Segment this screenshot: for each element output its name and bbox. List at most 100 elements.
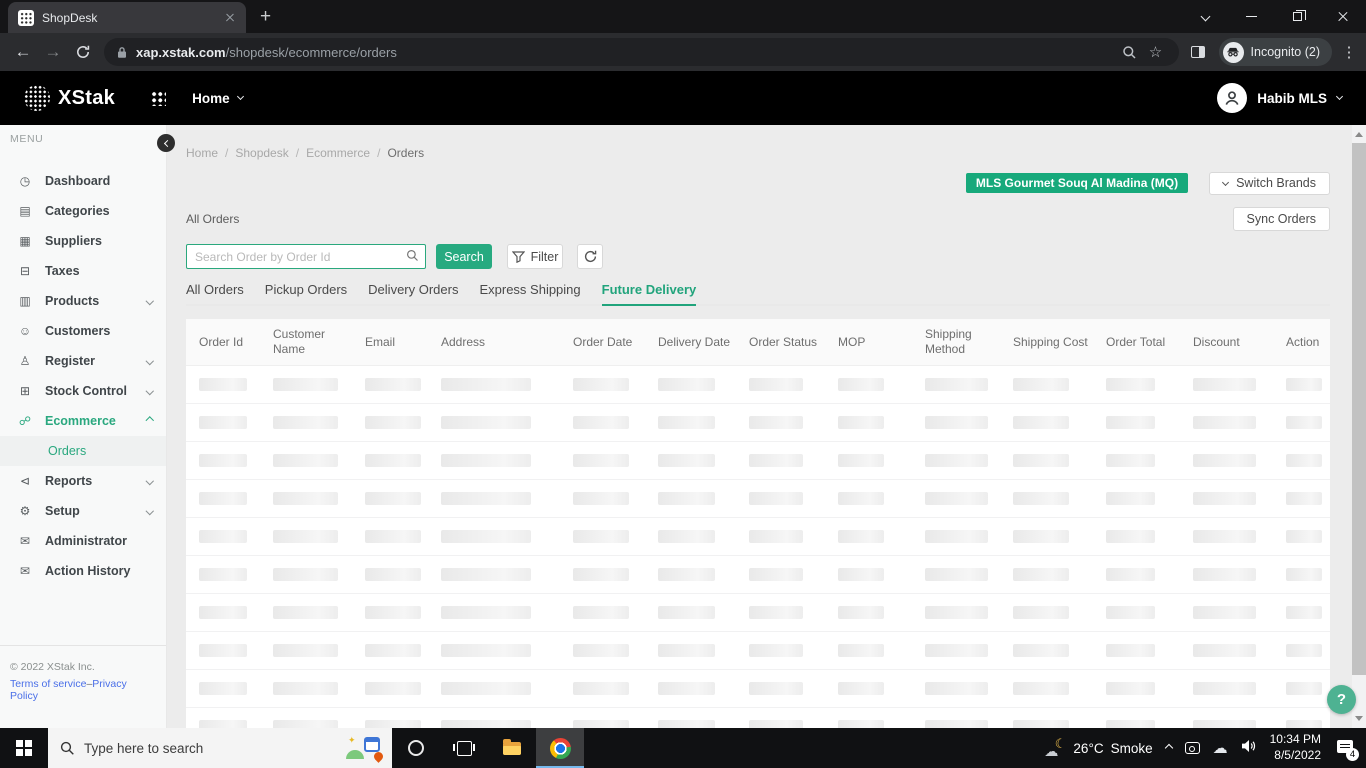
skeleton-cell	[912, 556, 1000, 593]
xstak-logo-text[interactable]: XStak	[58, 87, 115, 110]
sidebar-collapse-button[interactable]	[157, 134, 175, 152]
action-center-button[interactable]: 4	[1334, 738, 1359, 761]
browser-tab[interactable]: ShopDesk	[8, 2, 246, 33]
restore-button[interactable]	[1274, 0, 1320, 33]
incognito-badge[interactable]: Incognito (2)	[1218, 38, 1332, 66]
sidebar-item-action-history[interactable]: ✉ Action History	[0, 556, 166, 586]
breadcrumb-separator: /	[377, 146, 381, 160]
skeleton-bar	[1013, 416, 1069, 429]
scrollbar-thumb[interactable]	[1352, 143, 1366, 675]
order-search-input[interactable]	[186, 244, 426, 269]
skeleton-bar	[925, 454, 988, 467]
user-menu-chevron-icon[interactable]	[1335, 92, 1344, 101]
column-header-shipping-method: Shipping Method	[925, 327, 972, 356]
skeleton-bar	[1013, 378, 1069, 391]
skeleton-bar	[1106, 606, 1155, 619]
sidebar-item-stock-control[interactable]: ⊞ Stock Control	[0, 376, 166, 406]
column-header-shipping-cost: Shipping Cost	[1013, 334, 1088, 349]
skeleton-bar	[838, 530, 884, 543]
start-button[interactable]	[0, 728, 48, 768]
skeleton-bar	[273, 454, 338, 467]
skeleton-cell	[1273, 442, 1330, 479]
side-panel-icon[interactable]	[1185, 39, 1211, 65]
browser-menu-icon[interactable]: ⋮	[1340, 43, 1358, 61]
skeleton-bar	[441, 530, 531, 543]
sidebar-item-suppliers[interactable]: ▦ Suppliers	[0, 226, 166, 256]
onedrive-icon[interactable]: ☁	[1213, 739, 1228, 757]
breadcrumb-item-home[interactable]: Home	[186, 146, 218, 160]
skeleton-bar	[838, 720, 884, 728]
apps-grid-icon[interactable]	[151, 90, 167, 106]
chrome-taskbar-button[interactable]	[536, 728, 584, 768]
cortana-button[interactable]	[392, 728, 440, 768]
sidebar-item-setup[interactable]: ⚙ Setup	[0, 496, 166, 526]
new-tab-button[interactable]: +	[260, 6, 271, 33]
table-row	[186, 442, 1330, 480]
table-row	[186, 366, 1330, 404]
skeleton-cell	[912, 480, 1000, 517]
taskbar-clock[interactable]: 10:34 PM 8/5/2022	[1270, 732, 1321, 763]
user-avatar[interactable]	[1217, 83, 1248, 113]
sidebar-item-customers[interactable]: ☺ Customers	[0, 316, 166, 346]
scroll-down-icon[interactable]	[1355, 716, 1363, 721]
close-button[interactable]	[1320, 0, 1366, 33]
taskbar-search[interactable]: ✦	[48, 728, 392, 768]
sidebar-item-register[interactable]: ♙ Register	[0, 346, 166, 376]
breadcrumb-item-shopdesk[interactable]: Shopdesk	[235, 146, 288, 160]
terms-link[interactable]: Terms of service	[10, 678, 86, 690]
chevron-down-icon	[1222, 178, 1230, 186]
tab-all-orders[interactable]: All Orders	[186, 282, 244, 306]
task-view-button[interactable]	[440, 728, 488, 768]
help-button[interactable]: ?	[1327, 685, 1356, 714]
skeleton-bar	[273, 530, 338, 543]
bookmark-star-icon[interactable]: ☆	[1143, 39, 1169, 65]
breadcrumb-item-ecommerce[interactable]: Ecommerce	[306, 146, 370, 160]
tray-expand-icon[interactable]	[1164, 743, 1173, 753]
back-icon[interactable]: ←	[8, 37, 38, 67]
sidebar-item-taxes[interactable]: ⊟ Taxes	[0, 256, 166, 286]
skeleton-bar	[441, 644, 531, 657]
breadcrumb-item-orders[interactable]: Orders	[387, 146, 424, 160]
home-nav-dropdown[interactable]: Home	[192, 91, 244, 106]
sidebar-item-categories[interactable]: ▤ Categories	[0, 196, 166, 226]
tab-search-button[interactable]	[1182, 0, 1228, 33]
search-button[interactable]: Search	[436, 244, 492, 269]
skeleton-bar	[199, 606, 247, 619]
tab-delivery-orders[interactable]: Delivery Orders	[368, 282, 458, 306]
tab-express-shipping[interactable]: Express Shipping	[479, 282, 580, 306]
xstak-logo-icon	[24, 85, 50, 111]
user-name[interactable]: Habib MLS	[1257, 91, 1327, 106]
sidebar-item-products[interactable]: ▥ Products	[0, 286, 166, 316]
column-header-discount: Discount	[1193, 334, 1240, 349]
filter-button[interactable]: Filter	[507, 244, 563, 269]
file-explorer-button[interactable]	[488, 728, 536, 768]
switch-brands-button[interactable]: Switch Brands	[1209, 171, 1330, 195]
table-row	[186, 708, 1330, 728]
zoom-icon[interactable]	[1117, 39, 1143, 65]
refresh-icon[interactable]	[68, 37, 98, 67]
tab-future-delivery[interactable]: Future Delivery	[601, 282, 697, 306]
tab-close-icon[interactable]	[222, 10, 238, 26]
minimize-button[interactable]	[1228, 0, 1274, 33]
sync-orders-button[interactable]: Sync Orders	[1232, 207, 1330, 231]
skeleton-cell	[825, 480, 912, 517]
sidebar-item-reports[interactable]: ⊲ Reports	[0, 466, 166, 496]
page-scrollbar[interactable]	[1352, 125, 1366, 728]
tab-pickup-orders[interactable]: Pickup Orders	[265, 282, 347, 306]
sidebar-item-orders[interactable]: Orders	[0, 436, 166, 466]
weather-calendar-illustration-icon[interactable]: ✦	[346, 735, 385, 763]
sidebar-item-dashboard[interactable]: ◷ Dashboard	[0, 166, 166, 196]
meet-now-icon[interactable]	[1184, 742, 1200, 754]
scroll-up-icon[interactable]	[1355, 132, 1363, 137]
sidebar-item-label: Administrator	[45, 534, 127, 548]
sidebar-item-ecommerce[interactable]: ☍ Ecommerce	[0, 406, 166, 436]
volume-icon[interactable]	[1241, 739, 1257, 758]
skeleton-bar	[1193, 378, 1256, 391]
skeleton-bar	[441, 568, 531, 581]
address-bar[interactable]: xap.xstak.com/shopdesk/ecommerce/orders …	[104, 38, 1179, 66]
reload-orders-button[interactable]	[577, 244, 603, 269]
taskbar-search-input[interactable]	[84, 740, 337, 756]
forward-icon[interactable]: →	[38, 37, 68, 67]
taskbar-weather[interactable]: ☾ ☁ 26°C Smoke	[1044, 736, 1152, 759]
sidebar-item-administrator[interactable]: ✉ Administrator	[0, 526, 166, 556]
